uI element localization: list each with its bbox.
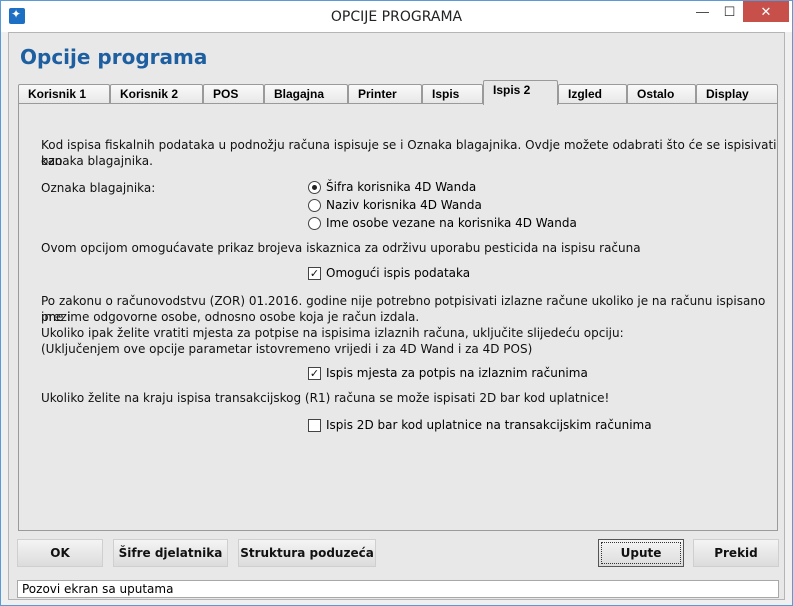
radio-button-selected[interactable] (308, 181, 321, 194)
checkbox-label: Ispis 2D bar kod uplatnice na transakcij… (326, 418, 652, 432)
radio-button[interactable] (308, 199, 321, 212)
radio-label: Naziv korisnika 4D Wanda (326, 198, 482, 212)
ok-button[interactable]: OK (17, 539, 103, 567)
minimize-button[interactable]: — (689, 1, 716, 22)
checkbox-checked[interactable]: ✓ (308, 367, 321, 380)
checkbox-unchecked[interactable] (308, 419, 321, 432)
checkbox-2d-bar-kod[interactable]: Ispis 2D bar kod uplatnice na transakcij… (308, 418, 668, 434)
tab-blagajna[interactable]: Blagajna (264, 84, 348, 104)
tab-ispis[interactable]: Ispis (422, 84, 483, 104)
radio-label: Šifra korisnika 4D Wanda (326, 180, 477, 194)
radio-ime-osobe[interactable]: Ime osobe vezane na korisnika 4D Wanda (308, 216, 608, 232)
tab-izgled[interactable]: Izgled (558, 84, 627, 104)
law-text-line-2: prezime odgovorne osobe, odnosno osobe k… (41, 310, 420, 324)
tab-korisnik-2[interactable]: Korisnik 2 (110, 84, 203, 104)
radio-naziv-korisnika[interactable]: Naziv korisnika 4D Wanda (308, 198, 608, 214)
window-title: OPCIJE PROGRAMA (330, 9, 463, 25)
checkbox-label: Ispis mjesta za potpis na izlaznim račun… (326, 366, 588, 380)
dialog-content: Opcije programa Korisnik 1 Korisnik 2 PO… (8, 32, 785, 600)
tab-display[interactable]: Display (696, 84, 778, 104)
law-text-line-3: Ukoliko ipak želite vratiti mjesta za po… (41, 326, 624, 340)
close-button[interactable]: ✕ (743, 1, 789, 22)
activity-codes-button[interactable]: Šifre djelatnika (113, 539, 228, 567)
checkbox-ispis-potpisa[interactable]: ✓ Ispis mjesta za potpis na izlaznim rač… (308, 366, 628, 382)
tab-bar: Korisnik 1 Korisnik 2 POS Blagajna Print… (18, 80, 778, 105)
tab-ostalo[interactable]: Ostalo (627, 84, 696, 104)
checkbox-label: Omogući ispis podataka (326, 266, 471, 280)
company-structure-button[interactable]: Struktura poduzeća (238, 539, 376, 567)
maximize-button[interactable]: ☐ (716, 1, 743, 22)
radio-label: Ime osobe vezane na korisnika 4D Wanda (326, 216, 577, 230)
barcode-text: Ukoliko želite na kraju ispisa transakci… (41, 391, 610, 405)
checkbox-checked[interactable]: ✓ (308, 267, 321, 280)
help-button[interactable]: Upute (598, 539, 684, 567)
intro-text-line-2: oznaka blagajnika. (41, 154, 153, 168)
tab-pos[interactable]: POS (203, 84, 264, 104)
title-bar: OPCIJE PROGRAMA — ☐ ✕ (1, 1, 792, 32)
checkbox-omoguci-ispis[interactable]: ✓ Omogući ispis podataka (308, 266, 608, 282)
tab-ispis-2[interactable]: Ispis 2 (483, 80, 558, 105)
page-title: Opcije programa (20, 45, 208, 69)
cashier-label: Oznaka blagajnika: (41, 181, 156, 195)
status-bar: Pozovi ekran sa uputama (17, 580, 779, 598)
law-text-line-4: (Uključenjem ove opcije parametar istovr… (41, 342, 533, 356)
ispis-2-panel: Kod ispisa fiskalnih podataka u podnožju… (18, 103, 778, 531)
pesticide-text: Ovom opcijom omogućavate prikaz brojeva … (41, 241, 641, 255)
app-window: OPCIJE PROGRAMA — ☐ ✕ Opcije programa Ko… (0, 0, 793, 606)
cancel-button[interactable]: Prekid (693, 539, 779, 567)
tab-printer[interactable]: Printer (348, 84, 422, 104)
radio-button[interactable] (308, 217, 321, 230)
radio-sifra-korisnika[interactable]: Šifra korisnika 4D Wanda (308, 180, 608, 196)
tab-korisnik-1[interactable]: Korisnik 1 (18, 84, 110, 104)
